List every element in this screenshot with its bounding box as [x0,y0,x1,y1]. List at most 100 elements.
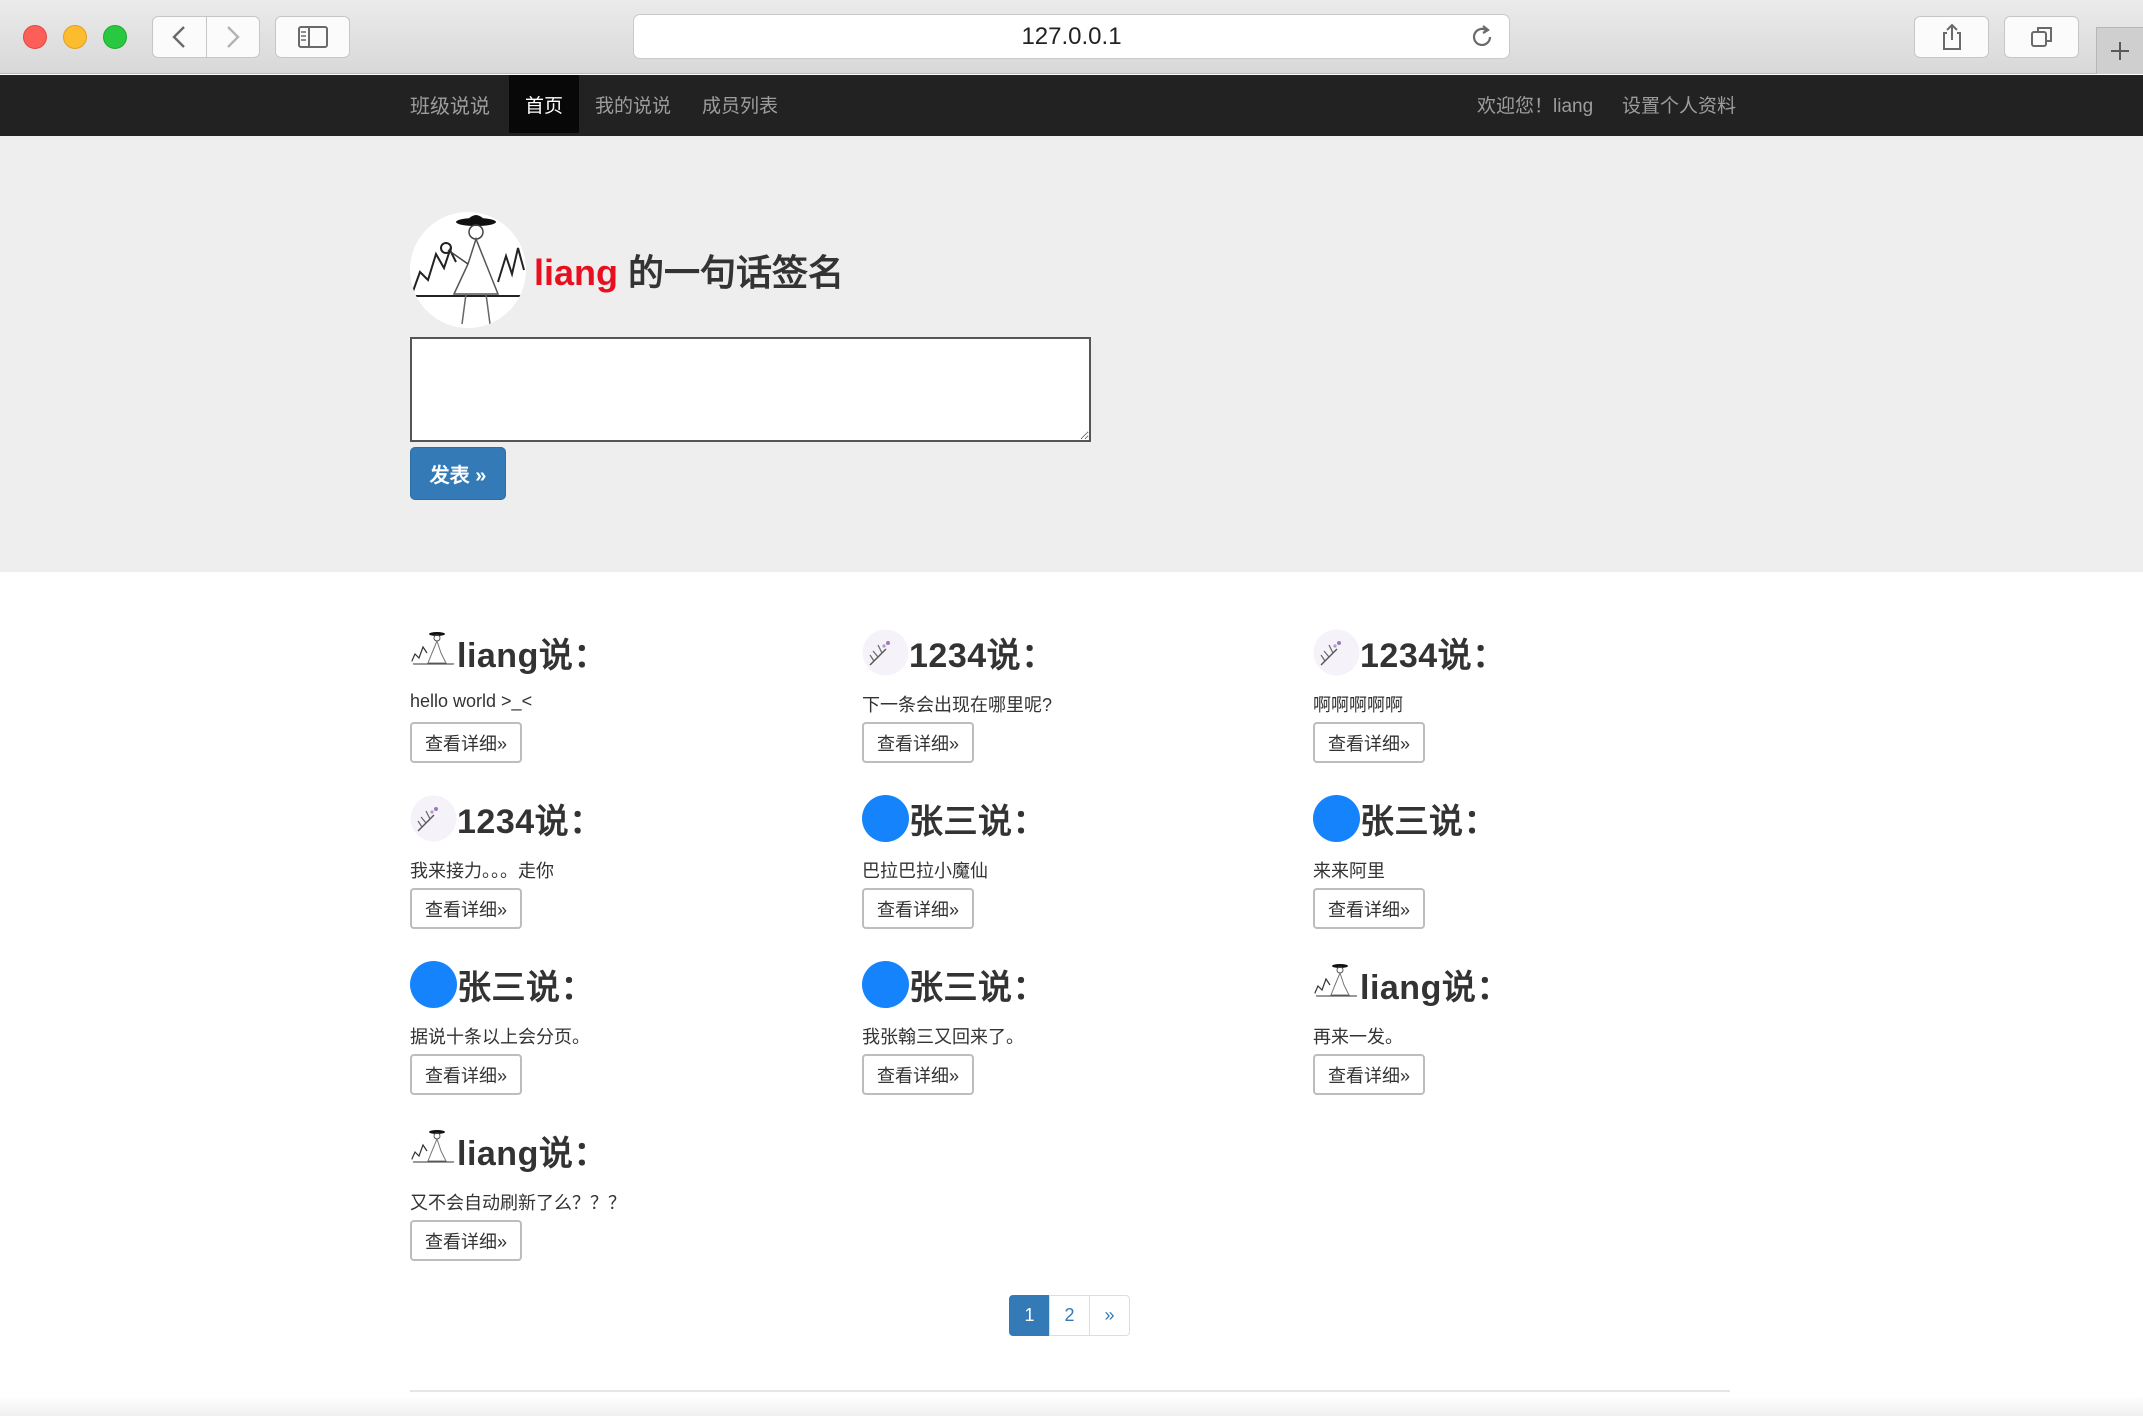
pagination: 1 2 » [1009,1295,1130,1336]
post-card: liang说： 再来一发。查看详细» [1313,960,1733,1110]
publish-button[interactable]: 发表 » [410,447,506,500]
blue-circle-avatar-icon [862,794,909,842]
sketch-avatar-icon [410,1126,457,1174]
navbar-brand[interactable]: 班级说说 [410,75,490,133]
share-icon [1942,23,1961,50]
post-content: 巴拉巴拉小魔仙 [862,861,988,881]
post-author: 张三说： [909,802,1047,841]
address-bar[interactable]: 127.0.0.1 [633,14,1510,59]
view-detail-button[interactable]: 查看详细» [410,722,522,763]
post-header: 张三说： [862,960,1047,1008]
signature-heading: liang 的一句话签名 [410,212,844,328]
flower-avatar-icon [410,794,457,842]
chevron-right-icon [226,26,240,48]
flower-avatar-icon [1313,628,1360,676]
plus-icon [2111,42,2129,60]
post-card: 1234说： 啊啊啊啊啊查看详细» [1313,628,1733,778]
post-header: liang说： [410,1126,608,1174]
signature-title: liang 的一句话签名 [534,244,844,296]
view-detail-button[interactable]: 查看详细» [862,888,974,929]
view-detail-button[interactable]: 查看详细» [862,722,974,763]
post-card: 张三说： 巴拉巴拉小魔仙查看详细» [862,794,1282,944]
maximize-window-button[interactable] [103,25,127,49]
page-1-link[interactable]: 1 [1009,1295,1050,1336]
post-author: 张三说： [1360,802,1498,841]
post-card: 张三说： 我张翰三又回来了。查看详细» [862,960,1282,1110]
page-2-link[interactable]: 2 [1049,1295,1090,1336]
post-header: 1234说： [862,628,1056,676]
post-header: 1234说： [1313,628,1507,676]
minimize-window-button[interactable] [63,25,87,49]
post-content: 来来阿里 [1313,861,1385,881]
view-detail-button[interactable]: 查看详细» [1313,888,1425,929]
post-author: 1234说： [909,636,1056,675]
view-detail-button[interactable]: 查看详细» [1313,722,1425,763]
share-button[interactable] [1914,16,1989,58]
post-content: hello world >_< [410,691,533,711]
post-content: 我张翰三又回来了。 [862,1027,1024,1047]
close-window-button[interactable] [23,25,47,49]
new-tab-button[interactable] [2096,27,2143,74]
browser-toolbar: 127.0.0.1 [0,0,2143,74]
sketch-avatar-icon [1313,960,1360,1008]
nav-item-members[interactable]: 成员列表 [702,75,778,133]
top-navbar: 班级说说 首页 我的说说 成员列表 欢迎您！liang 设置个人资料 [0,75,2143,136]
post-author: liang说： [457,636,608,675]
sketch-avatar-icon [411,215,525,325]
post-header: 张三说： [1313,794,1498,842]
post-header: 1234说： [410,794,604,842]
flower-avatar-icon [862,628,909,676]
post-content: 据说十条以上会分页。 [410,1027,590,1047]
url-text: 127.0.0.1 [1021,22,1122,50]
tab-overview-button[interactable] [2004,16,2079,58]
sidebar-toggle-button[interactable] [275,16,350,58]
footer-divider [410,1390,1730,1392]
post-content: 又不会自动刷新了么？？？ [410,1193,626,1213]
reload-icon[interactable] [1469,24,1495,50]
next-page-link[interactable]: » [1089,1295,1130,1336]
user-avatar [410,212,526,328]
view-detail-button[interactable]: 查看详细» [410,888,522,929]
post-header: liang说： [410,628,608,676]
post-card: liang说： 又不会自动刷新了么？？？ 查看详细» [410,1126,830,1276]
welcome-text: 欢迎您！liang [1477,95,1594,117]
sketch-avatar-icon [410,628,457,676]
nav-item-my-posts[interactable]: 我的说说 [595,75,671,133]
page-bottom-edge [0,1396,2143,1416]
signature-username: liang [534,252,619,293]
blue-circle-avatar-icon [410,960,457,1008]
signature-title-suffix: 的一句话签名 [618,252,845,293]
forward-button[interactable] [205,17,260,57]
post-content: 再来一发。 [1313,1027,1403,1047]
view-detail-button[interactable]: 查看详细» [410,1054,522,1095]
nav-item-home[interactable]: 首页 [509,75,580,133]
post-header: 张三说： [410,960,595,1008]
post-author: 1234说： [457,802,604,841]
signature-input[interactable] [410,337,1091,442]
post-author: 1234说： [1360,636,1507,675]
nav-item-profile-settings[interactable]: 设置个人资料 [1622,75,1736,133]
post-header: liang说： [1313,960,1511,1008]
post-author: liang说： [457,1134,608,1173]
back-button[interactable] [153,17,206,57]
post-content: 啊啊啊啊啊 [1313,695,1403,715]
post-header: 张三说： [862,794,1047,842]
view-detail-button[interactable]: 查看详细» [1313,1054,1425,1095]
view-detail-button[interactable]: 查看详细» [862,1054,974,1095]
post-card: 张三说： 来来阿里查看详细» [1313,794,1733,944]
post-card: 张三说： 据说十条以上会分页。查看详细» [410,960,830,1110]
blue-circle-avatar-icon [862,960,909,1008]
post-card: 1234说： 我来接力。。。走你查看详细» [410,794,830,944]
post-content: 我来接力。。。走你 [410,861,554,881]
view-detail-button[interactable]: 查看详细» [410,1220,522,1261]
post-author: liang说： [1360,968,1511,1007]
post-author: 张三说： [909,968,1047,1007]
history-nav [152,16,260,58]
post-card: 1234说： 下一条会出现在哪里呢? 查看详细» [862,628,1282,778]
post-card: liang说： hello world >_< 查看详细» [410,628,830,778]
blue-circle-avatar-icon [1313,794,1360,842]
chevron-left-icon [172,26,186,48]
sidebar-icon [297,26,328,48]
tabs-icon [2030,27,2052,47]
post-author: 张三说： [457,968,595,1007]
